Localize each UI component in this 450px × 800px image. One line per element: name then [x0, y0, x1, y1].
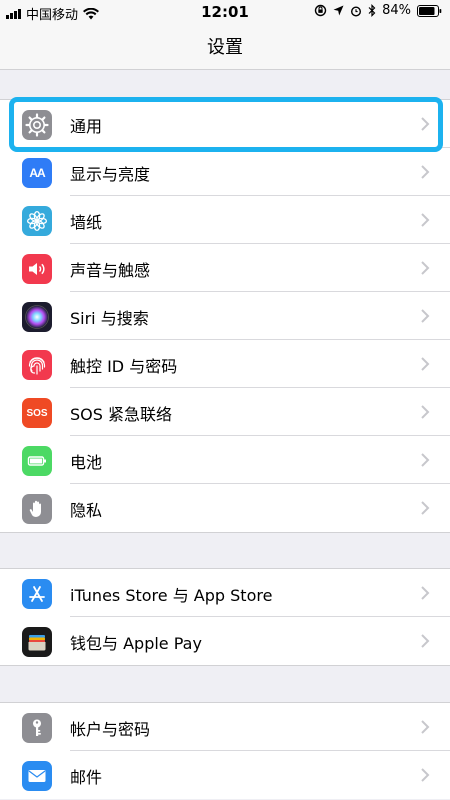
- alarm-icon: [351, 5, 362, 17]
- chevron-right-icon: [421, 309, 430, 323]
- location-arrow-icon: [333, 5, 344, 16]
- settings-row-label: 钱包与 Apple Pay: [70, 634, 202, 653]
- settings-row-label: Siri 与搜索: [70, 309, 149, 328]
- rotation-lock-icon: [314, 4, 327, 17]
- settings-row-mail[interactable]: 邮件: [0, 751, 450, 799]
- settings-row-siri-search[interactable]: Siri 与搜索: [0, 292, 450, 340]
- status-right: 84%: [314, 3, 442, 18]
- chevron-right-icon: [421, 634, 430, 648]
- sos-icon: SOS: [22, 398, 52, 428]
- settings-row-sounds-haptics[interactable]: 声音与触感: [0, 244, 450, 292]
- settings-row-label: 邮件: [70, 768, 103, 787]
- settings-group-accounts: 帐户与密码 邮件: [0, 702, 450, 799]
- battery-status-icon: [417, 4, 442, 17]
- settings-row-touch-id-passcode[interactable]: 触控 ID 与密码: [0, 340, 450, 388]
- app-store-icon: [22, 579, 52, 609]
- settings-row-display-brightness[interactable]: AA 显示与亮度: [0, 148, 450, 196]
- settings-row-accounts-passwords[interactable]: 帐户与密码: [0, 703, 450, 751]
- settings-row-label: 触控 ID 与密码: [70, 357, 178, 376]
- gear-icon: [22, 110, 52, 140]
- status-bar: 中国移动 12:01 84%: [0, 0, 450, 24]
- battery-icon: [22, 446, 52, 476]
- siri-icon: [22, 302, 52, 332]
- chevron-right-icon: [421, 357, 430, 371]
- navigation-bar: 设置: [0, 24, 450, 70]
- settings-row-wallet-apple-pay[interactable]: 钱包与 Apple Pay: [0, 617, 450, 665]
- chevron-right-icon: [421, 586, 430, 600]
- settings-row-label: 通用: [70, 117, 103, 136]
- wallpaper-flower-icon: [22, 206, 52, 236]
- settings-row-label: SOS 紧急联络: [70, 405, 172, 424]
- chevron-right-icon: [421, 501, 430, 515]
- settings-row-label: 墙纸: [70, 213, 103, 232]
- chevron-right-icon: [421, 768, 430, 782]
- battery-percent: 84%: [382, 3, 411, 18]
- bluetooth-icon: [368, 4, 376, 17]
- settings-row-label: 帐户与密码: [70, 720, 151, 739]
- sos-icon-text: SOS: [26, 407, 48, 419]
- settings-row-label: 声音与触感: [70, 261, 151, 280]
- settings-row-label: 显示与亮度: [70, 165, 151, 184]
- chevron-right-icon: [421, 117, 430, 131]
- chevron-right-icon: [421, 261, 430, 275]
- settings-row-label: 隐私: [70, 501, 103, 520]
- fingerprint-icon: [22, 350, 52, 380]
- settings-row-label: iTunes Store 与 App Store: [70, 586, 273, 605]
- display-icon-text: AA: [29, 166, 45, 180]
- chevron-right-icon: [421, 453, 430, 467]
- settings-row-battery[interactable]: 电池: [0, 436, 450, 484]
- settings-group-main: 通用 AA 显示与亮度 墙纸 声音与触感 Siri 与搜索 触控 ID 与密码 …: [0, 99, 450, 533]
- wallet-icon: [22, 627, 52, 657]
- settings-row-privacy[interactable]: 隐私: [0, 484, 450, 532]
- chevron-right-icon: [421, 720, 430, 734]
- speaker-icon: [22, 254, 52, 284]
- hand-icon: [22, 494, 52, 524]
- display-brightness-icon: AA: [22, 158, 52, 188]
- settings-row-general[interactable]: 通用: [0, 100, 450, 148]
- settings-row-itunes-app-store[interactable]: iTunes Store 与 App Store: [0, 569, 450, 617]
- settings-row-wallpaper[interactable]: 墙纸: [0, 196, 450, 244]
- chevron-right-icon: [421, 213, 430, 227]
- settings-row-emergency-sos[interactable]: SOS SOS 紧急联络: [0, 388, 450, 436]
- settings-row-label: 电池: [70, 453, 103, 472]
- mail-icon: [22, 761, 52, 791]
- settings-group-store: iTunes Store 与 App Store 钱包与 Apple Pay: [0, 568, 450, 666]
- page-title: 设置: [207, 37, 243, 58]
- chevron-right-icon: [421, 405, 430, 419]
- chevron-right-icon: [421, 165, 430, 179]
- key-icon: [22, 713, 52, 743]
